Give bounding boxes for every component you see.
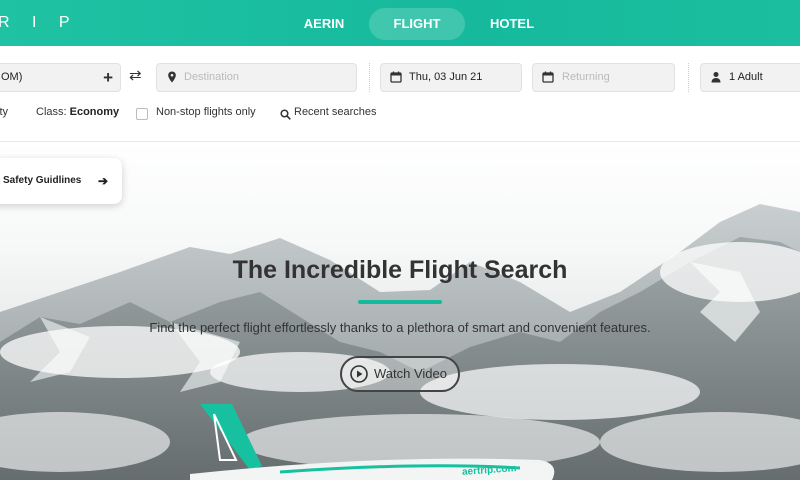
arrow-right-icon: ➔ <box>97 174 108 188</box>
destination-placeholder: Destination <box>184 71 240 83</box>
user-icon <box>711 72 721 83</box>
calendar-icon <box>390 71 402 83</box>
passengers-value: 1 Adult <box>729 71 763 83</box>
hero-subtitle: Find the perfect flight effortlessly tha… <box>149 320 651 335</box>
class-selector[interactable]: Class: Economy <box>36 106 119 118</box>
origin-field[interactable]: OM) + <box>0 63 121 92</box>
origin-value: OM) <box>1 71 23 83</box>
class-value: Economy <box>69 106 120 118</box>
location-pin-icon <box>168 71 176 83</box>
tab-hotel[interactable]: HOTEL <box>482 8 542 40</box>
hero-section: Safety Guidlines ➔ The Incredible Flight… <box>0 142 800 480</box>
divider <box>688 63 689 92</box>
nonstop-label[interactable]: Non-stop flights only <box>156 106 256 118</box>
destination-field[interactable]: Destination <box>156 63 357 92</box>
hero-title: The Incredible Flight Search <box>232 256 568 284</box>
tab-aerin[interactable]: AERIN <box>296 8 352 40</box>
flight-search-panel: OM) + ⇄ Destination Thu, 03 Jun 21 Retur… <box>0 46 800 142</box>
depart-date-field[interactable]: Thu, 03 Jun 21 <box>380 63 522 92</box>
add-origin-icon[interactable]: + <box>103 64 113 91</box>
divider <box>369 63 370 92</box>
recent-searches-link[interactable]: Recent searches <box>294 106 377 118</box>
watch-video-label: Watch Video <box>374 366 447 381</box>
search-icon <box>280 109 291 120</box>
depart-date-value: Thu, 03 Jun 21 <box>409 71 483 83</box>
watch-video-button[interactable]: Watch Video <box>340 356 460 392</box>
title-underline <box>358 300 442 304</box>
safety-guidelines-label: Safety Guidlines <box>3 175 82 186</box>
logo[interactable]: R I P <box>0 14 79 32</box>
passengers-field[interactable]: 1 Adult <box>700 63 800 92</box>
swap-icon[interactable]: ⇄ <box>129 66 142 84</box>
top-navbar: R I P AERIN FLIGHT HOTEL <box>0 0 800 46</box>
return-date-placeholder: Returning <box>562 71 610 83</box>
trip-type-selector[interactable]: ity <box>0 106 8 118</box>
play-icon <box>350 365 368 383</box>
safety-guidelines-card[interactable]: Safety Guidlines ➔ <box>0 158 122 204</box>
tab-flight[interactable]: FLIGHT <box>369 8 465 40</box>
class-label: Class: <box>36 106 67 118</box>
return-date-field[interactable]: Returning <box>532 63 675 92</box>
calendar-icon <box>542 71 554 83</box>
nonstop-checkbox[interactable] <box>136 108 148 120</box>
